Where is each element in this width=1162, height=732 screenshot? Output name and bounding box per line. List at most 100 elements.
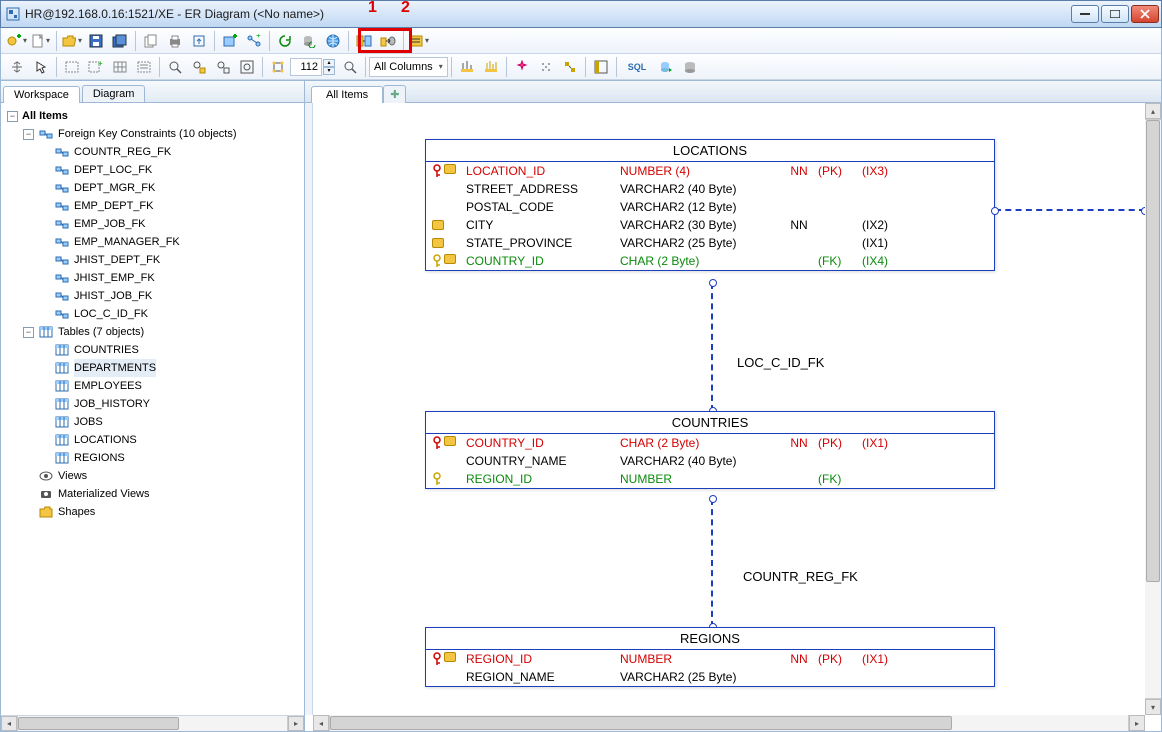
tree-table-item[interactable]: LOCATIONS [39, 431, 304, 449]
connector-loc-c-id-fk[interactable] [711, 283, 713, 411]
tab-workspace[interactable]: Workspace [3, 86, 80, 103]
tree-fk-header[interactable]: − Foreign Key Constraints (10 objects) [23, 125, 304, 143]
zoom-lock-icon[interactable] [188, 56, 210, 78]
tree-table-item[interactable]: JOB_HISTORY [39, 395, 304, 413]
add-relationship-icon[interactable]: + [243, 30, 265, 52]
add-table-icon[interactable] [219, 30, 241, 52]
er-column-row[interactable]: REGION_ID NUMBER (FK) [426, 470, 994, 488]
pointer-icon[interactable] [30, 56, 52, 78]
save-icon[interactable] [85, 30, 107, 52]
select-rect-icon[interactable] [61, 56, 83, 78]
generate-ddl-icon[interactable] [408, 30, 430, 52]
layout-1-icon[interactable] [456, 56, 478, 78]
tree-table-item[interactable]: DEPARTMENTS [39, 359, 304, 377]
canvas[interactable]: LOCATIONS LOCATION_ID NUMBER (4) NN (PK)… [313, 103, 1161, 731]
select-list-icon[interactable] [133, 56, 155, 78]
canvas-vscroll[interactable]: ▴▾ [1145, 103, 1161, 715]
er-column-row[interactable]: POSTAL_CODE VARCHAR2 (12 Byte) [426, 198, 994, 216]
tree-fk-item[interactable]: DEPT_LOC_FK [39, 161, 304, 179]
tree-fk-item[interactable]: DEPT_MGR_FK [39, 179, 304, 197]
expand-icon[interactable]: − [7, 111, 18, 122]
canvas-tab-add[interactable]: ✚ [383, 85, 406, 103]
tree-root[interactable]: − All Items [7, 107, 304, 125]
er-column-row[interactable]: STATE_PROVINCE VARCHAR2 (25 Byte) (IX1) [426, 234, 994, 252]
expand-icon[interactable]: − [23, 327, 34, 338]
er-column-row[interactable]: REGION_NAME VARCHAR2 (25 Byte) [426, 668, 994, 686]
export-db-icon[interactable] [679, 56, 701, 78]
fk-icon [54, 253, 70, 267]
sql-icon[interactable]: SQL [621, 56, 654, 78]
close-button[interactable] [1131, 5, 1159, 23]
zoom-all-icon[interactable] [236, 56, 258, 78]
er-column-row[interactable]: COUNTRY_ID CHAR (2 Byte) NN (PK) (IX1) [426, 434, 994, 452]
snap-icon[interactable] [559, 56, 581, 78]
tree-shapes[interactable]: Shapes [23, 503, 304, 521]
fk-icon [54, 307, 70, 321]
db-refresh-icon[interactable] [298, 30, 320, 52]
tree-views[interactable]: Views [23, 467, 304, 485]
pan-icon[interactable] [6, 56, 28, 78]
zoom-fit-icon[interactable] [212, 56, 234, 78]
tree-item-label: LOCATIONS [74, 431, 137, 449]
select-add-icon[interactable]: + [85, 56, 107, 78]
table-icon [54, 397, 70, 411]
tree-tables-header[interactable]: − Tables (7 objects) [23, 323, 304, 341]
zoom-apply-icon[interactable] [339, 56, 361, 78]
zoom-input[interactable] [290, 58, 322, 76]
tree-fk-item[interactable]: EMP_DEPT_FK [39, 197, 304, 215]
panel-icon[interactable] [590, 56, 612, 78]
sync-models-icon[interactable] [377, 30, 399, 52]
er-column-row[interactable]: COUNTRY_NAME VARCHAR2 (40 Byte) [426, 452, 994, 470]
canvas-tab-allitems[interactable]: All Items [311, 86, 383, 103]
new-document-icon[interactable] [30, 30, 52, 52]
sparkle-icon[interactable] [511, 56, 533, 78]
maximize-button[interactable] [1101, 5, 1129, 23]
grid-icon[interactable] [109, 56, 131, 78]
tree-fk-item[interactable]: JHIST_DEPT_FK [39, 251, 304, 269]
zoom-spinner[interactable]: ▴▾ [323, 59, 335, 75]
open-icon[interactable] [61, 30, 83, 52]
run-db-icon[interactable] [655, 56, 677, 78]
tree[interactable]: − All Items − Foreign Key Constraints (1… [1, 103, 304, 715]
er-table-regions[interactable]: REGIONS REGION_ID NUMBER NN (PK) (IX1) R… [425, 627, 995, 687]
export-icon[interactable] [188, 30, 210, 52]
tree-mviews[interactable]: Materialized Views [23, 485, 304, 503]
er-column-row[interactable]: STREET_ADDRESS VARCHAR2 (40 Byte) [426, 180, 994, 198]
columns-dropdown[interactable]: All Columns [369, 57, 448, 77]
layout-2-icon[interactable] [480, 56, 502, 78]
print-icon[interactable] [164, 30, 186, 52]
tree-fk-item[interactable]: JHIST_EMP_FK [39, 269, 304, 287]
er-column-row[interactable]: CITY VARCHAR2 (30 Byte) NN (IX2) [426, 216, 994, 234]
expand-icon[interactable]: − [23, 129, 34, 140]
sidebar-hscroll[interactable]: ◂▸ [1, 715, 304, 731]
er-column-row[interactable]: LOCATION_ID NUMBER (4) NN (PK) (IX3) [426, 162, 994, 180]
tree-fk-item[interactable]: LOC_C_ID_FK [39, 305, 304, 323]
er-column-row[interactable]: COUNTRY_ID CHAR (2 Byte) (FK) (IX4) [426, 252, 994, 270]
save-all-icon[interactable] [109, 30, 131, 52]
layout-icon[interactable] [267, 56, 289, 78]
tree-table-item[interactable]: COUNTRIES [39, 341, 304, 359]
refresh-icon[interactable] [274, 30, 296, 52]
canvas-hscroll[interactable]: ◂▸ [313, 715, 1145, 731]
zoom-icon[interactable] [164, 56, 186, 78]
tree-fk-item[interactable]: EMP_JOB_FK [39, 215, 304, 233]
connector-countr-reg-fk[interactable] [711, 499, 713, 627]
er-table-countries[interactable]: COUNTRIES COUNTRY_ID CHAR (2 Byte) NN (P… [425, 411, 995, 489]
tree-fk-item[interactable]: JHIST_JOB_FK [39, 287, 304, 305]
new-connection-icon[interactable] [6, 30, 28, 52]
tree-table-item[interactable]: REGIONS [39, 449, 304, 467]
tree-item-label: JOB_HISTORY [74, 395, 150, 413]
er-table-locations[interactable]: LOCATIONS LOCATION_ID NUMBER (4) NN (PK)… [425, 139, 995, 271]
minimize-button[interactable] [1071, 5, 1099, 23]
tree-table-item[interactable]: EMPLOYEES [39, 377, 304, 395]
column-name: REGION_ID [466, 652, 616, 666]
compare-models-icon[interactable] [353, 30, 375, 52]
tree-fk-item[interactable]: COUNTR_REG_FK [39, 143, 304, 161]
tree-table-item[interactable]: JOBS [39, 413, 304, 431]
globe-icon[interactable] [322, 30, 344, 52]
er-column-row[interactable]: REGION_ID NUMBER NN (PK) (IX1) [426, 650, 994, 668]
tree-fk-item[interactable]: EMP_MANAGER_FK [39, 233, 304, 251]
copy-icon[interactable] [140, 30, 162, 52]
tab-diagram[interactable]: Diagram [82, 85, 146, 102]
dots-icon[interactable] [535, 56, 557, 78]
